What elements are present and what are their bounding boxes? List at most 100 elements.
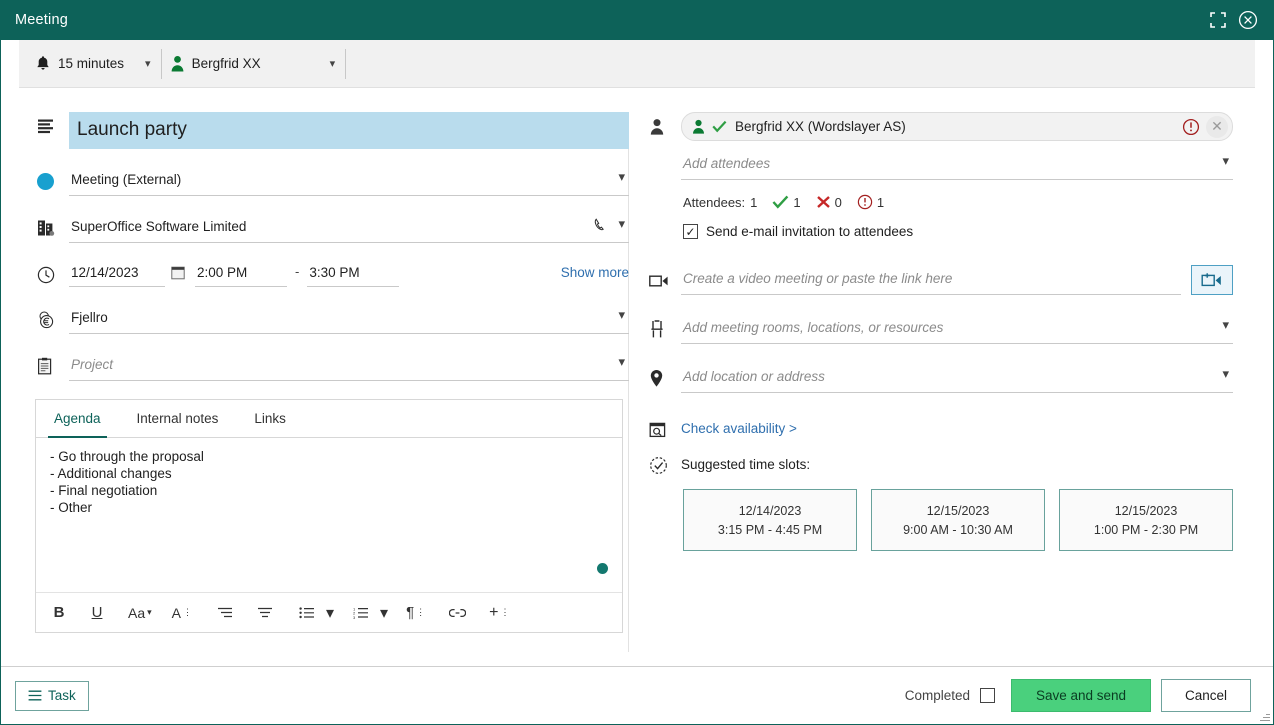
notes-editor: Agenda Internal notes Links - Go through…	[35, 399, 623, 633]
end-time-input[interactable]: 3:30 PM	[307, 261, 400, 287]
slot-date: 12/15/2023	[926, 503, 990, 518]
suggested-slots-list: 12/14/2023 3:15 PM - 4:45 PM 12/15/2023 …	[683, 489, 1233, 551]
start-time-input[interactable]: 2:00 PM	[195, 261, 287, 287]
bullet-list-button[interactable]	[294, 599, 320, 627]
building-icon	[37, 214, 69, 240]
warning-circle-icon[interactable]	[1182, 118, 1200, 136]
align-right-button[interactable]	[212, 599, 238, 627]
video-meeting-row: Create a video meeting or paste the link…	[649, 265, 1233, 295]
chevron-down-icon[interactable]: ▾	[380, 603, 388, 623]
category-dot-icon	[37, 167, 69, 193]
description-icon	[37, 112, 69, 138]
text-color-button[interactable]: A ⋮	[168, 599, 196, 627]
add-video-icon[interactable]	[1191, 265, 1233, 295]
tab-links[interactable]: Links	[236, 400, 304, 437]
video-link-input[interactable]: Create a video meeting or paste the link…	[681, 266, 1181, 294]
insert-more-label: +	[489, 603, 499, 621]
cancel-button[interactable]: Cancel	[1161, 679, 1251, 712]
check-availability-row[interactable]: Check availability >	[649, 415, 1233, 441]
show-more-link[interactable]: Show more	[561, 265, 629, 284]
chevron-down-icon[interactable]: ▾	[618, 355, 625, 370]
save-and-send-button[interactable]: Save and send	[1011, 679, 1151, 712]
rooms-row: Add meeting rooms, locations, or resourc…	[649, 315, 1233, 344]
tab-internal-notes[interactable]: Internal notes	[119, 400, 237, 437]
send-invitation-checkbox[interactable]: ✓	[683, 224, 698, 239]
location-input[interactable]: Add location or address	[681, 364, 1233, 392]
tab-agenda-label: Agenda	[54, 411, 101, 426]
bold-button[interactable]: B	[46, 599, 72, 627]
check-availability-link[interactable]: Check availability >	[681, 421, 797, 436]
accepted-count: 1	[793, 194, 801, 210]
project-input[interactable]: Project	[69, 352, 629, 380]
chevron-down-icon[interactable]: ▾	[618, 217, 625, 232]
attendee-chip[interactable]: Bergfrid XX (Wordslayer AS) ✕	[681, 112, 1233, 141]
calendar-search-icon	[649, 415, 681, 441]
chevron-down-icon[interactable]: ▾	[1222, 367, 1229, 382]
sale-value[interactable]: Fjellro	[69, 305, 629, 333]
insert-more-button[interactable]: + ⋮	[485, 599, 513, 627]
chevron-down-icon[interactable]: ▾	[147, 607, 152, 618]
clock-icon	[37, 261, 69, 287]
reminder-value: 15 minutes	[58, 56, 125, 71]
window-title: Meeting	[15, 12, 68, 28]
bold-label: B	[53, 604, 65, 621]
add-attendees-spacer	[649, 151, 681, 177]
chevron-down-icon[interactable]: ▾	[145, 57, 151, 70]
time-slot[interactable]: 12/14/2023 3:15 PM - 4:45 PM	[683, 489, 857, 551]
slot-time: 3:15 PM - 4:45 PM	[717, 522, 823, 537]
resize-grip[interactable]	[1258, 709, 1270, 721]
rooms-input[interactable]: Add meeting rooms, locations, or resourc…	[681, 315, 1233, 343]
tab-links-label: Links	[254, 411, 286, 426]
phone-icon[interactable]	[594, 218, 605, 231]
time-slot[interactable]: 12/15/2023 1:00 PM - 2:30 PM	[1059, 489, 1233, 551]
completed-checkbox[interactable]	[980, 688, 995, 703]
add-attendees-input[interactable]: Add attendees	[681, 151, 1233, 179]
numbered-list-button[interactable]: 123	[348, 599, 374, 627]
chevron-down-icon[interactable]: ▾	[326, 603, 334, 623]
completed-label: Completed	[904, 688, 970, 703]
paragraph-label: ¶	[406, 604, 415, 621]
person-icon	[692, 119, 705, 134]
video-camera-icon	[649, 267, 681, 293]
chevron-down-icon[interactable]: ▾	[330, 57, 336, 70]
chevron-down-icon[interactable]: ▾	[618, 170, 625, 185]
project-field-row: Project ▾	[37, 352, 629, 381]
close-circle-icon[interactable]	[1235, 7, 1261, 33]
attendees-total: 1	[750, 194, 758, 210]
task-button[interactable]: Task	[15, 680, 89, 711]
agenda-textarea[interactable]: - Go through the proposal - Additional c…	[36, 438, 622, 592]
reminder-dropdown[interactable]: 15 minutes ▾	[27, 48, 162, 79]
category-value[interactable]: Meeting (External)	[69, 167, 629, 195]
slot-date: 12/15/2023	[1114, 503, 1178, 518]
close-icon[interactable]: ✕	[1206, 115, 1228, 138]
underline-button[interactable]: U	[84, 599, 110, 627]
chevron-down-icon[interactable]: ▾	[618, 308, 625, 323]
paragraph-button[interactable]: ¶ ⋮	[402, 599, 429, 627]
category-field-body: Meeting (External) ▾	[69, 167, 629, 196]
company-value[interactable]: SuperOffice Software Limited	[69, 214, 629, 242]
chevron-down-icon[interactable]: ▾	[1222, 318, 1229, 333]
check-icon	[772, 195, 789, 209]
date-field-body: 12/14/2023 2:00 PM - 3:30 PM Show more	[69, 261, 629, 287]
align-center-button[interactable]	[252, 599, 278, 627]
chevron-down-icon[interactable]: ▾	[1222, 154, 1229, 169]
calendar-icon[interactable]	[165, 265, 191, 284]
fullscreen-icon[interactable]	[1205, 7, 1231, 33]
task-button-label: Task	[48, 688, 76, 703]
meeting-title-input[interactable]: Launch party	[69, 112, 629, 149]
owner-dropdown[interactable]: Bergfrid XX ▾	[162, 48, 347, 79]
save-button-label: Save and send	[1035, 688, 1127, 703]
editor-status-dot	[597, 563, 608, 574]
hamburger-icon	[28, 690, 42, 701]
date-input[interactable]: 12/14/2023	[69, 261, 165, 287]
send-invitation-row[interactable]: ✓ Send e-mail invitation to attendees	[683, 224, 1233, 239]
insert-link-button[interactable]	[444, 599, 470, 627]
tab-agenda[interactable]: Agenda	[36, 400, 119, 438]
chair-icon	[649, 315, 681, 341]
editor-toolbar: B U Aa ▾ A ⋮ ▾ 1 2 3 ▾ ¶ ⋮ + ⋮	[36, 592, 622, 632]
ellipsis-icon: ⋮	[500, 607, 510, 617]
time-slot[interactable]: 12/15/2023 9:00 AM - 10:30 AM	[871, 489, 1045, 551]
rooms-field-body: Add meeting rooms, locations, or resourc…	[681, 315, 1233, 344]
left-column: Launch party Meeting (External) ▾ SuperO…	[1, 88, 641, 666]
font-size-button[interactable]: Aa ▾	[124, 599, 156, 627]
